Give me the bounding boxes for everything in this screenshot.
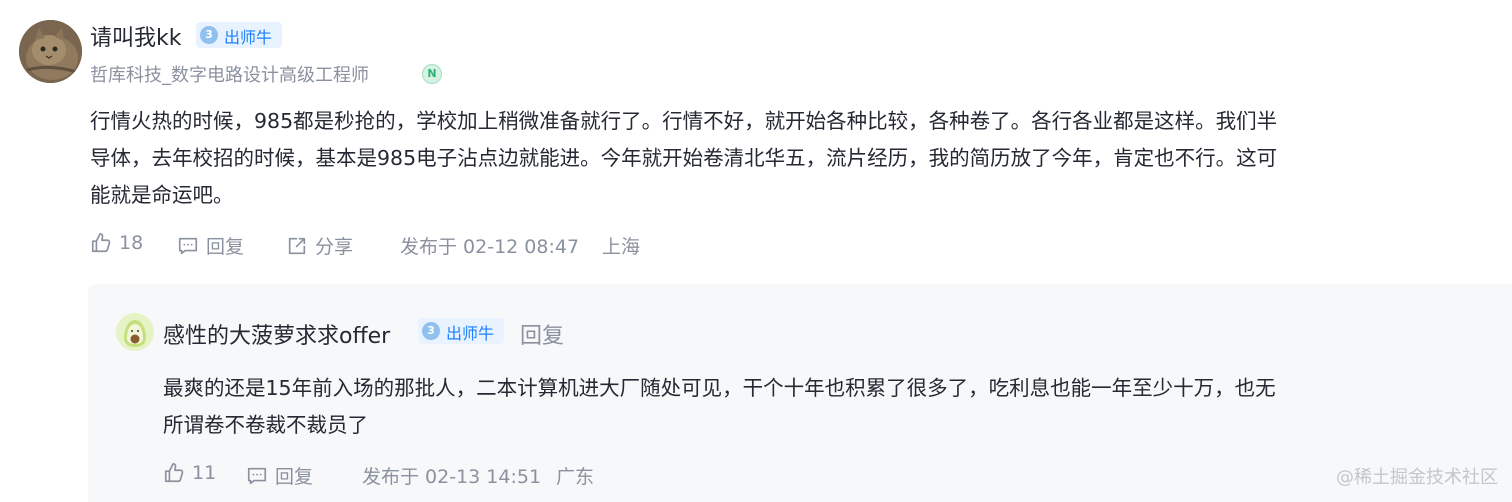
user-job-title: 哲库科技_数字电路设计高级工程师 [90, 65, 369, 86]
reply-username[interactable]: 感性的大菠萝求求offer [163, 318, 390, 350]
reply-like-count: 11 [192, 462, 217, 484]
reply-level-badge: 3 出师牛 [418, 318, 504, 344]
reply-line: 最爽的还是15年前入场的那批人，二本计算机进大厂随处可见，干个十年也积累了很多了… [163, 376, 1276, 400]
comment-username[interactable]: 请叫我kk [90, 20, 181, 52]
reply-publish-time: 发布于 02-13 14:51 [362, 466, 542, 488]
reply-publish-location: 广东 [556, 466, 595, 488]
reply-tag: 回复 [520, 324, 565, 349]
reply-reply-button[interactable]: 回复 [246, 462, 313, 489]
comment-content: 行情火热的时候，985都是秒抢的，学校加上稍微准备就行了。行情不好，就开始各种比… [90, 103, 1490, 214]
comment-icon [178, 237, 198, 254]
thumbs-up-icon [164, 463, 184, 483]
level-badge-label: 出师牛 [224, 28, 273, 47]
reply-label: 回复 [206, 236, 245, 258]
site-watermark: @稀土掘金技术社区 [1336, 467, 1498, 488]
reply-line: 所谓卷不卷裁不裁员了 [163, 413, 368, 437]
n-badge-icon: N [422, 64, 442, 84]
share-label: 分享 [315, 236, 354, 258]
reply-content: 最爽的还是15年前入场的那批人，二本计算机进大厂随处可见，干个十年也积累了很多了… [163, 370, 1493, 444]
like-count: 18 [119, 232, 144, 254]
comment-line: 能就是命运吧。 [90, 183, 234, 207]
publish-location: 上海 [602, 236, 641, 258]
level-badge-icon: 3 [200, 26, 218, 44]
user-avatar[interactable] [19, 20, 82, 83]
comment-icon [247, 467, 267, 484]
share-button[interactable]: 分享 [286, 232, 353, 259]
reply-reply-label: 回复 [275, 466, 314, 488]
user-level-badge: 3 出师牛 [196, 22, 282, 48]
thumbs-up-icon [91, 233, 111, 253]
comment-line: 行情火热的时候，985都是秒抢的，学校加上稍微准备就行了。行情不好，就开始各种比… [90, 109, 1278, 133]
reply-user-avatar[interactable] [116, 313, 154, 351]
reply-like-button[interactable]: 11 [163, 462, 216, 484]
level-badge-icon: 3 [422, 322, 440, 340]
share-icon [288, 237, 306, 254]
reply-button[interactable]: 回复 [177, 232, 244, 259]
like-button[interactable]: 18 [90, 232, 143, 254]
comment-line: 导体，去年校招的时候，基本是985电子沾点边就能进。今年就开始卷清北华五，流片经… [90, 146, 1278, 170]
level-badge-label: 出师牛 [446, 324, 495, 343]
publish-time: 发布于 02-12 08:47 [400, 236, 580, 258]
